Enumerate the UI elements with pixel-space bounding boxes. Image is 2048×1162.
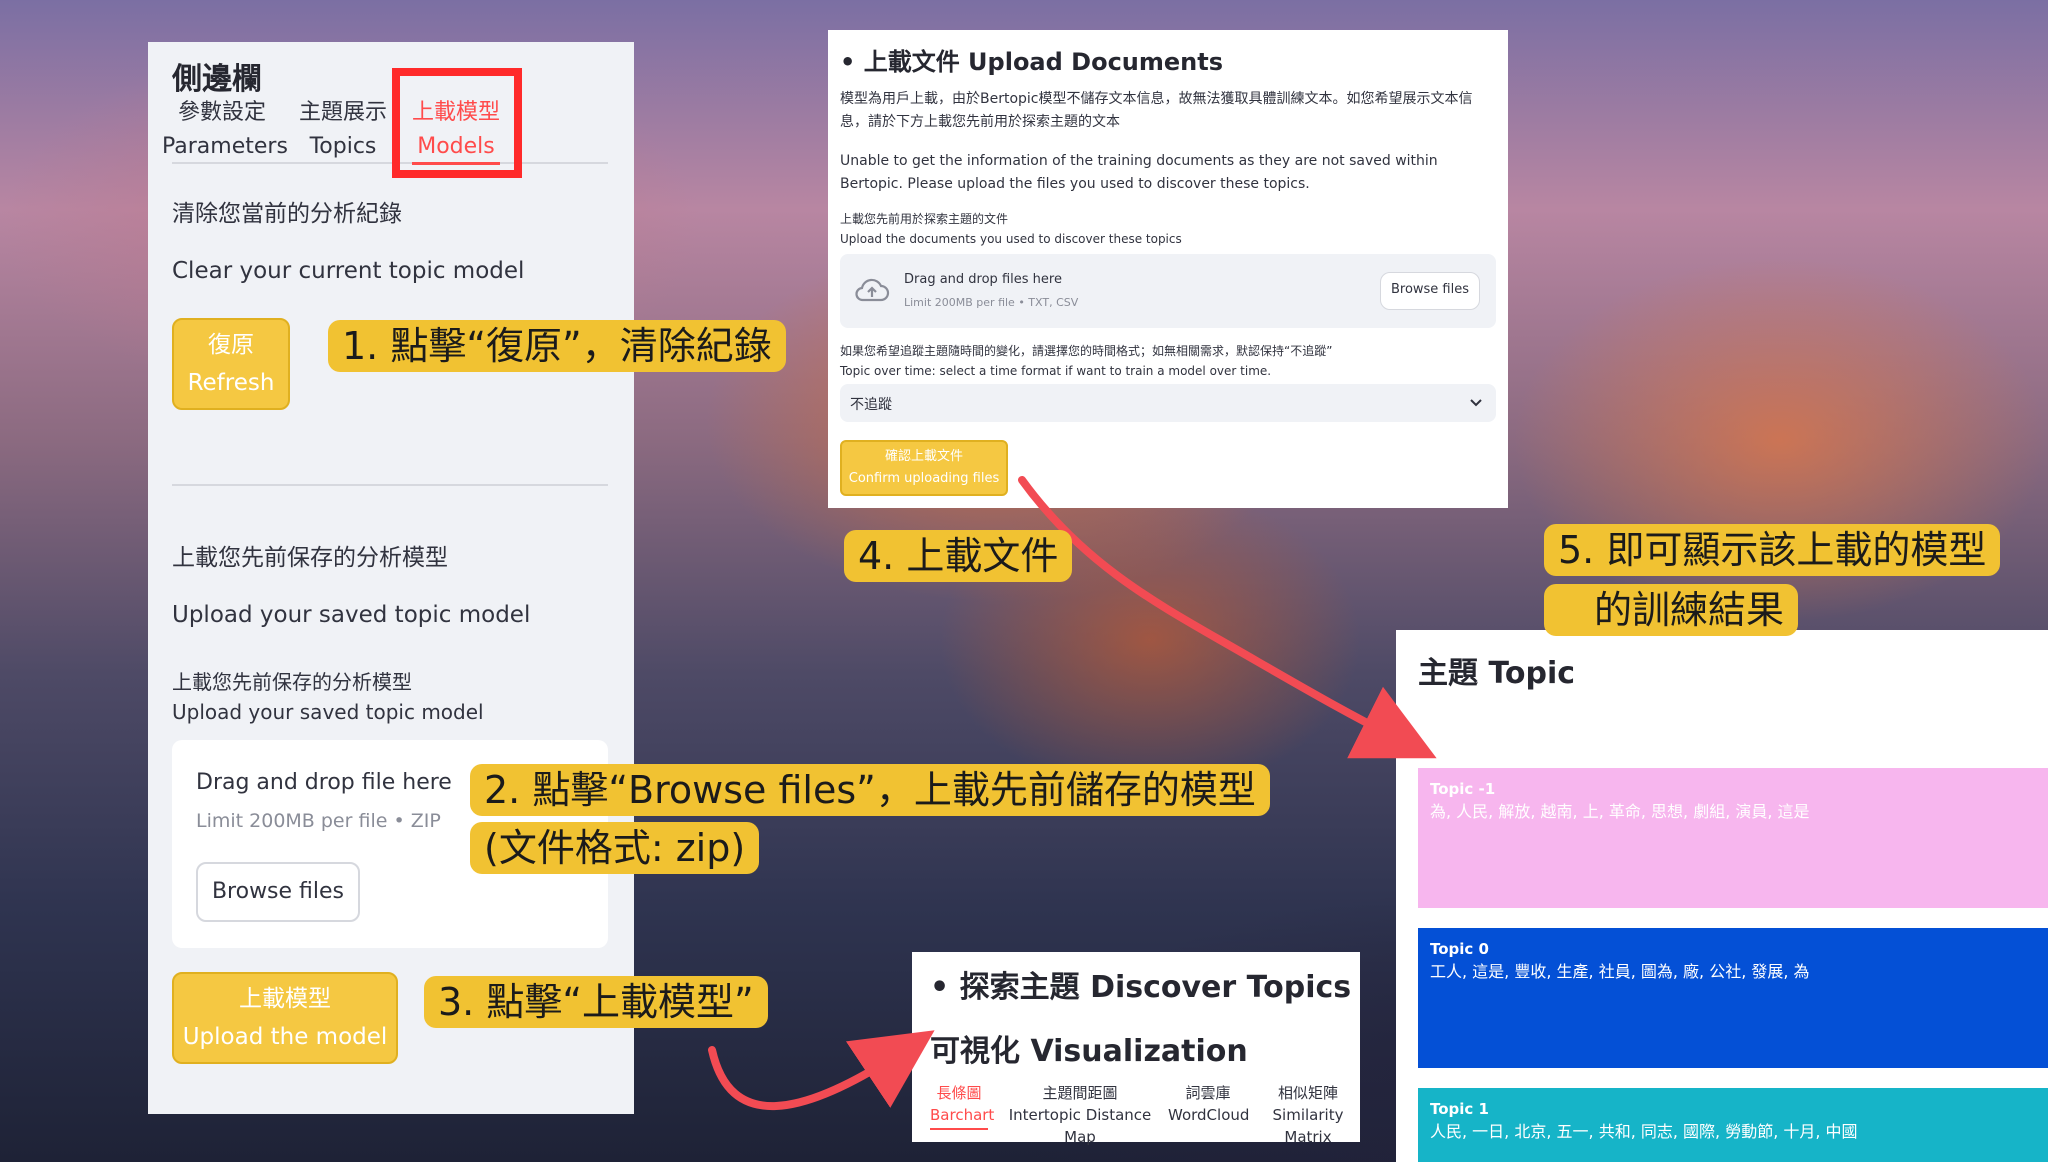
callout-step2-line2: (文件格式: zip) — [470, 822, 760, 874]
callout-step4: 4. 上載文件 — [844, 530, 1073, 582]
callout-step2-line1: 2. 點擊“Browse files”，上載先前儲存的模型 — [470, 764, 1270, 816]
callout-step1: 1. 點擊“復原”，清除紀錄 — [328, 320, 786, 372]
callout-step5-line1: 5. 即可顯示該上載的模型 — [1544, 524, 2001, 576]
arrow-to-discover — [708, 1030, 935, 1111]
arrow-to-topics — [1018, 476, 1437, 759]
callout-step5-line2: 的訓練結果 — [1544, 584, 1799, 636]
callout-step3: 3. 點擊“上載模型” — [424, 976, 768, 1028]
